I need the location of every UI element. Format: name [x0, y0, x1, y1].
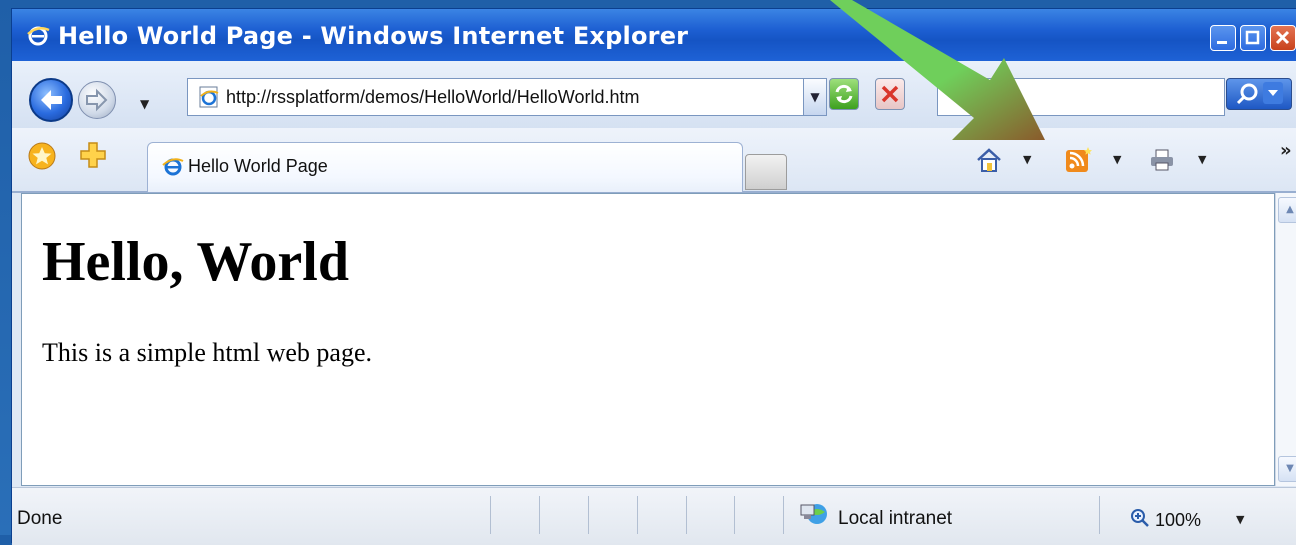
browser-window: Hello World Page - Windows Internet Expl… [11, 8, 1296, 545]
minimize-icon [1217, 41, 1227, 44]
minimize-button[interactable] [1210, 25, 1236, 51]
maximize-icon [1245, 30, 1260, 45]
address-url[interactable]: http://rssplatform/demos/HelloWorld/Hell… [226, 87, 639, 108]
vertical-scrollbar[interactable]: ▲ ▼ [1275, 193, 1296, 486]
tab-hello-world[interactable]: Hello World Page [147, 142, 743, 192]
chevron-up-icon: ▲ [1286, 204, 1294, 215]
forward-arrow-icon [86, 88, 108, 112]
scroll-up-button[interactable]: ▲ [1278, 197, 1296, 223]
feed-dropdown-icon[interactable]: ▼ [1113, 153, 1121, 166]
chevron-down-icon: ▼ [810, 90, 820, 104]
window-title: Hello World Page - Windows Internet Expl… [58, 22, 689, 50]
zoom-level[interactable]: 100% [1155, 510, 1201, 531]
close-window-button[interactable] [1270, 25, 1296, 51]
tab-and-command-bar: Hello World Page ▼ ▼ ▼ » [12, 128, 1296, 193]
status-divider [686, 496, 687, 534]
maximize-button[interactable] [1240, 25, 1266, 51]
command-overflow-button[interactable]: » [1280, 140, 1292, 161]
search-icon [1236, 82, 1283, 105]
print-dropdown-icon[interactable]: ▼ [1198, 153, 1206, 166]
scroll-down-button[interactable]: ▼ [1278, 456, 1296, 482]
status-divider [734, 496, 735, 534]
title-bar[interactable]: Hello World Page - Windows Internet Expl… [12, 9, 1296, 61]
print-icon[interactable] [1148, 146, 1176, 174]
security-zone-label[interactable]: Local intranet [838, 508, 952, 530]
page-icon [199, 86, 219, 108]
zoom-icon[interactable] [1130, 508, 1150, 528]
local-intranet-icon[interactable] [799, 500, 829, 530]
page-content: Hello, World This is a simple html web p… [21, 193, 1275, 486]
history-dropdown-icon[interactable]: ▼ [140, 97, 149, 111]
status-divider [588, 496, 589, 534]
address-bar-row: ▼ http://rssplatform/demos/HelloWorld/He… [12, 61, 1296, 128]
back-arrow-icon [41, 90, 62, 110]
ie-page-icon [162, 158, 184, 176]
search-button[interactable] [1226, 78, 1292, 110]
status-divider [539, 496, 540, 534]
address-field[interactable]: http://rssplatform/demos/HelloWorld/Hell… [187, 78, 827, 116]
annotation-arrow-icon [830, 0, 1045, 140]
forward-button[interactable] [78, 81, 116, 119]
page-heading: Hello, World [42, 231, 349, 293]
back-button[interactable] [29, 78, 73, 122]
tab-label: Hello World Page [188, 156, 328, 176]
status-divider [1099, 496, 1100, 534]
page-paragraph: This is a simple html web page. [42, 338, 373, 367]
status-divider [637, 496, 638, 534]
chevron-down-icon: ▼ [1286, 463, 1294, 474]
status-divider [783, 496, 784, 534]
rss-feed-icon[interactable] [1064, 146, 1092, 174]
status-text: Done [17, 508, 63, 529]
add-to-favorites-icon[interactable] [78, 140, 108, 170]
zoom-dropdown-icon[interactable]: ▼ [1236, 513, 1244, 526]
status-divider [490, 496, 491, 534]
close-icon [1275, 30, 1290, 45]
status-bar: Done Local intranet 100% ▼ [12, 487, 1296, 545]
ie-logo-icon [27, 26, 50, 46]
new-tab-button[interactable] [745, 154, 787, 190]
favorites-center-icon[interactable] [27, 141, 57, 171]
